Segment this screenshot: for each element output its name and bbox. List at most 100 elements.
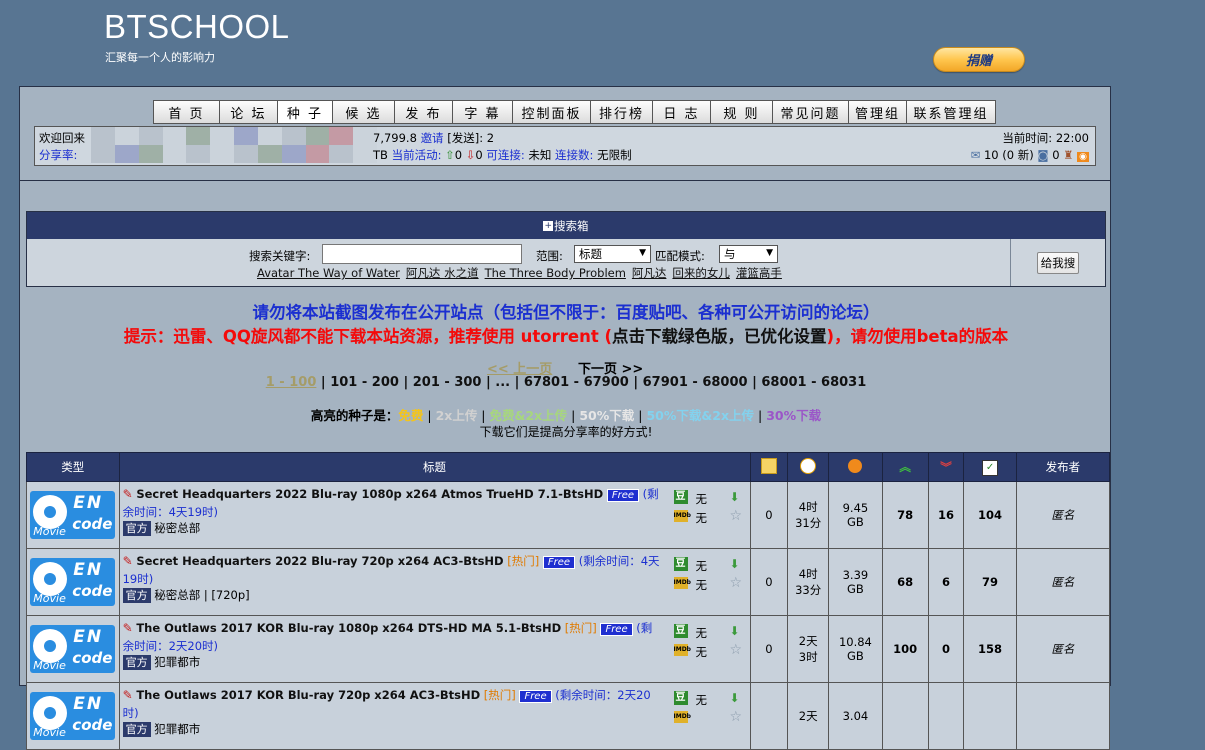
cell-completed[interactable]: 79: [963, 548, 1017, 616]
utorrent-download-link[interactable]: 点击下载绿色版，已优化设置: [612, 327, 827, 346]
upload-unit: TB: [373, 148, 388, 162]
hot-search-link[interactable]: 阿凡达: [632, 266, 667, 280]
category-en-label: EN: [73, 560, 104, 580]
category-movie-en-icon[interactable]: Movie EN code: [30, 625, 116, 673]
rss-icon[interactable]: ◉: [1077, 152, 1089, 162]
torrent-name-link[interactable]: Secret Headquarters 2022 Blu-ray 720p x2…: [136, 554, 503, 568]
download-icon[interactable]: ⬇: [730, 490, 740, 504]
site-logo[interactable]: BTSCHOOL: [104, 8, 290, 46]
cell-completed[interactable]: 104: [963, 481, 1017, 549]
nav-tab-0[interactable]: 首 页: [153, 100, 219, 124]
col-time[interactable]: [787, 452, 830, 482]
match-select[interactable]: 与 ▼: [719, 245, 778, 263]
expand-icon[interactable]: +: [543, 220, 554, 231]
nav-tab-1[interactable]: 论 坛: [219, 100, 277, 124]
search-button[interactable]: 给我搜: [1037, 252, 1079, 274]
hot-search-link[interactable]: 灌篮高手: [736, 266, 782, 280]
bookmark-star-icon[interactable]: ☆: [730, 508, 743, 524]
bookmark-star-icon[interactable]: ☆: [730, 575, 743, 591]
cell-seeders[interactable]: 68: [881, 548, 929, 616]
cell-category[interactable]: Movie EN code: [26, 615, 120, 683]
douban-icon[interactable]: 豆: [673, 691, 688, 705]
cell-category[interactable]: Movie EN code: [26, 548, 120, 616]
cell-seeders[interactable]: 100: [881, 615, 929, 683]
range-select[interactable]: 标题 ▼: [574, 245, 651, 263]
cell-seeders[interactable]: 78: [881, 481, 929, 549]
cell-category[interactable]: Movie EN code: [26, 682, 120, 750]
cell-comments[interactable]: 0: [749, 548, 789, 616]
imdb-icon[interactable]: IMDb: [673, 644, 691, 656]
imdb-icon[interactable]: IMDb: [673, 711, 691, 723]
category-movie-en-icon[interactable]: Movie EN code: [30, 558, 116, 606]
nav-tab-3[interactable]: 候 选: [332, 100, 394, 124]
cell-leechers[interactable]: 16: [927, 481, 965, 549]
search-box-header[interactable]: + 搜索箱: [27, 212, 1105, 239]
cell-leechers[interactable]: [927, 682, 965, 750]
cell-text: 0: [941, 642, 950, 656]
cell-comments[interactable]: 0: [749, 481, 789, 549]
douban-icon[interactable]: 豆: [673, 490, 688, 504]
pager-page-link[interactable]: 101 - 200: [330, 375, 399, 390]
torrent-name-link[interactable]: The Outlaws 2017 KOR Blu-ray 720p x264 A…: [136, 688, 480, 702]
hot-search-link[interactable]: 回来的女儿: [672, 266, 730, 280]
cell-seeders[interactable]: [881, 682, 929, 750]
cell-leechers[interactable]: 0: [927, 615, 965, 683]
col-title[interactable]: 标题: [118, 452, 751, 482]
invite-link[interactable]: 邀请: [421, 131, 444, 145]
pager-page-link[interactable]: 67901 - 68000: [643, 375, 748, 390]
legend-item: 2x上传: [435, 408, 478, 423]
nav-tab-2[interactable]: 种 子: [277, 100, 332, 124]
col-type[interactable]: 类型: [26, 452, 120, 482]
nav-tab-8[interactable]: 日 志: [652, 100, 710, 124]
category-movie-en-icon[interactable]: Movie EN code: [30, 692, 116, 740]
mail-icon[interactable]: ✉: [971, 148, 981, 162]
keyword-input[interactable]: [322, 244, 522, 264]
download-icon[interactable]: ⬇: [730, 624, 740, 638]
hot-search-link[interactable]: 阿凡达 水之道: [406, 266, 479, 280]
friends-count[interactable]: 0: [1052, 148, 1059, 162]
download-icon[interactable]: ⬇: [730, 691, 740, 705]
col-size[interactable]: [828, 452, 883, 482]
col-uploader[interactable]: 发布者: [1015, 452, 1111, 482]
nav-tab-7[interactable]: 排行榜: [590, 100, 652, 124]
pager-page-link[interactable]: 201 - 300: [413, 375, 482, 390]
cell-comments[interactable]: [749, 682, 789, 750]
film-reel-icon: [33, 696, 68, 730]
nav-tab-10[interactable]: 常见问题: [772, 100, 848, 124]
cell-category[interactable]: Movie EN code: [26, 481, 120, 549]
cell-completed[interactable]: 158: [963, 615, 1017, 683]
bookmark-star-icon[interactable]: ☆: [730, 642, 743, 658]
bookmark-star-icon[interactable]: ☆: [730, 709, 743, 725]
imdb-icon[interactable]: IMDb: [673, 510, 691, 522]
col-leechers[interactable]: ︾: [927, 452, 965, 482]
douban-icon[interactable]: 豆: [673, 624, 688, 638]
nav-tab-5[interactable]: 字 幕: [452, 100, 512, 124]
range-value: 标题: [579, 247, 602, 261]
friends-icon[interactable]: ◙: [1037, 148, 1048, 162]
cell-completed[interactable]: [963, 682, 1017, 750]
notice-tip-part1: 提示：迅雷、QQ旋风都不能下载本站资源，推荐使用 utorrent (: [123, 327, 613, 346]
cell-comments[interactable]: 0: [749, 615, 789, 683]
nav-tab-9[interactable]: 规 则: [710, 100, 772, 124]
bookmark-icon[interactable]: ♜: [1063, 148, 1073, 162]
cell-leechers[interactable]: 6: [927, 548, 965, 616]
download-icon[interactable]: ⬇: [730, 557, 740, 571]
nav-tab-11[interactable]: 管理组: [848, 100, 906, 124]
torrent-name-link[interactable]: Secret Headquarters 2022 Blu-ray 1080p x…: [136, 487, 603, 501]
col-completed[interactable]: ✓: [963, 452, 1017, 482]
pager-page-link[interactable]: 68001 - 68031: [761, 375, 866, 390]
message-count[interactable]: 10 (0 新): [984, 148, 1034, 162]
douban-icon[interactable]: 豆: [673, 557, 688, 571]
torrent-name-link[interactable]: The Outlaws 2017 KOR Blu-ray 1080p x264 …: [136, 621, 561, 635]
pager-page-link[interactable]: 67801 - 67900: [524, 375, 629, 390]
hot-search-link[interactable]: The Three Body Problem: [485, 266, 626, 280]
category-movie-en-icon[interactable]: Movie EN code: [30, 491, 116, 539]
hot-search-link[interactable]: Avatar The Way of Water: [257, 266, 400, 280]
col-seeders[interactable]: ︽: [881, 452, 929, 482]
nav-tab-12[interactable]: 联系管理组: [906, 100, 996, 124]
nav-tab-6[interactable]: 控制面板: [512, 100, 590, 124]
nav-tab-4[interactable]: 发 布: [394, 100, 452, 124]
col-comments[interactable]: [749, 452, 789, 482]
donate-button[interactable]: 捐赠: [933, 47, 1025, 72]
imdb-icon[interactable]: IMDb: [673, 577, 691, 589]
